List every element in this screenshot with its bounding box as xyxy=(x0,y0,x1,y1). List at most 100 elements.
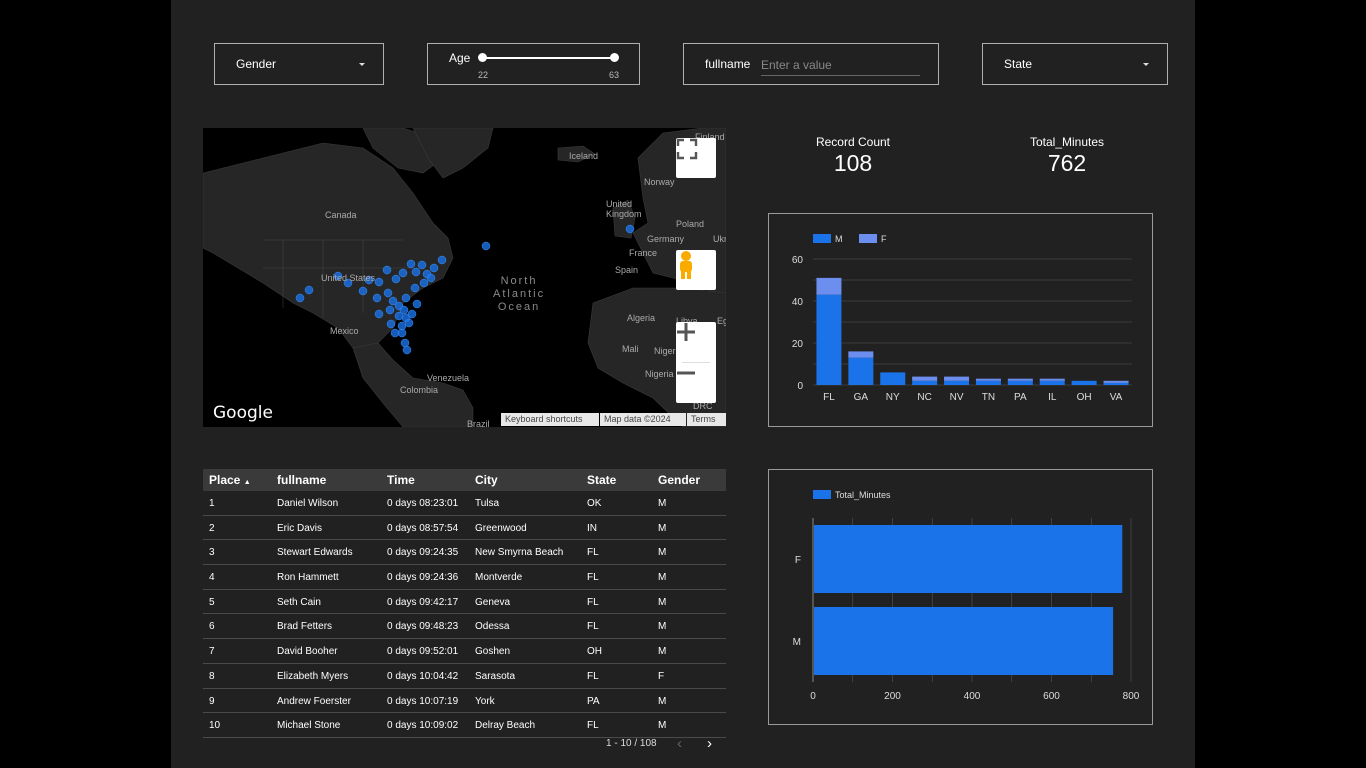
bar-NV-M[interactable] xyxy=(944,380,970,385)
cell-state: FL xyxy=(587,720,599,732)
chevron-down-icon xyxy=(1143,63,1149,66)
col-header-fullname[interactable]: fullname xyxy=(277,473,326,487)
zoom-out-button[interactable] xyxy=(676,363,716,403)
table-row[interactable]: 10 Michael Stone 0 days 10:09:02 Delray Bea… xyxy=(203,713,726,738)
cell-gender: M xyxy=(658,498,667,509)
bar-NC-M[interactable] xyxy=(912,380,938,385)
bar-FL-M[interactable] xyxy=(816,294,842,385)
state-gender-chart: 0 20 40 60 M F FL GA NY NC NV TN PA IL OH VA xyxy=(768,213,1153,427)
street-view-pegman-button[interactable] xyxy=(676,250,716,290)
bar-VA-M[interactable] xyxy=(1103,382,1129,385)
age-slider-filter[interactable]: Age 22 63 xyxy=(427,43,640,85)
x-tick-label: GA xyxy=(854,392,869,403)
cell-fullname: Daniel Wilson xyxy=(277,498,339,509)
results-table: Place ▲ fullname Time City State Gender … xyxy=(203,469,726,738)
legend-label: M xyxy=(835,234,843,244)
cell-gender: M xyxy=(658,720,667,732)
cell-place: 8 xyxy=(209,670,215,682)
table-row[interactable]: 9 Andrew Foerster 0 days 10:07:19 York PA M xyxy=(203,689,726,714)
bar-IL-M[interactable] xyxy=(1039,380,1065,385)
age-slider-track[interactable] xyxy=(482,57,614,59)
bar-M[interactable] xyxy=(814,607,1114,675)
bar-NC-F[interactable] xyxy=(912,376,938,381)
previous-page-icon[interactable]: ‹ xyxy=(677,735,682,752)
col-header-gender[interactable]: Gender xyxy=(658,473,700,487)
table-row[interactable]: 5 Seth Cain 0 days 09:42:17 Geneva FL M xyxy=(203,590,726,615)
x-tick-label: FL xyxy=(823,392,835,403)
bar-GA-F[interactable] xyxy=(848,351,874,358)
table-row[interactable]: 8 Elizabeth Myers 0 days 10:04:42 Sarasota F… xyxy=(203,664,726,689)
cell-fullname: Eric Davis xyxy=(277,522,323,534)
col-header-state[interactable]: State xyxy=(587,473,616,487)
legend-label: F xyxy=(881,234,887,244)
fullname-input[interactable] xyxy=(761,55,920,76)
bar-FL-F[interactable] xyxy=(816,277,842,295)
x-tick-label: TN xyxy=(982,392,995,403)
age-slider-max-handle[interactable] xyxy=(610,53,619,62)
map-label-nigeria: Nigeria xyxy=(645,369,674,379)
fullscreen-button[interactable] xyxy=(676,138,716,178)
map-label-canada: Canada xyxy=(325,210,357,220)
bar-PA-F[interactable] xyxy=(1007,378,1033,381)
table-row[interactable]: 6 Brad Fetters 0 days 09:48:23 Odessa FL M xyxy=(203,614,726,640)
pegman-icon xyxy=(680,251,692,279)
cell-time: 0 days 09:42:17 xyxy=(387,596,459,608)
bar-TN-M[interactable] xyxy=(975,380,1001,385)
bar-GA-M[interactable] xyxy=(848,357,874,385)
next-page-icon[interactable]: › xyxy=(707,735,712,752)
col-header-city[interactable]: City xyxy=(475,473,498,487)
x-tick-label: PA xyxy=(1014,392,1027,403)
x-tick-label: NY xyxy=(886,392,900,403)
zoom-in-button[interactable] xyxy=(676,322,716,362)
cell-state: PA xyxy=(587,695,600,707)
table-row[interactable]: 2 Eric Davis 0 days 08:57:54 Greenwood IN M xyxy=(203,516,726,541)
x-tick-label: NC xyxy=(917,392,931,403)
table-row[interactable]: 1 Daniel Wilson 0 days 08:23:01 Tulsa OK M xyxy=(203,491,726,516)
col-header-place[interactable]: Place ▲ xyxy=(209,473,251,487)
pagination-label: 1 - 10 / 108 xyxy=(606,738,657,749)
state-filter[interactable]: State xyxy=(982,43,1168,85)
cell-city: Tulsa xyxy=(475,498,500,509)
cell-gender: M xyxy=(658,572,667,584)
x-tick-label: VA xyxy=(1110,392,1123,403)
kpi-total-minutes: Total_Minutes 762 xyxy=(987,135,1147,177)
bar-VA-F[interactable] xyxy=(1103,380,1129,383)
gender-minutes-chart: 0 200 400 600 800 Total_Minutes F M xyxy=(768,469,1153,725)
cell-city: Montverde xyxy=(475,572,523,584)
y-tick-label: M xyxy=(793,637,801,648)
bar-IL-F[interactable] xyxy=(1039,378,1065,381)
cell-city: Delray Beach xyxy=(475,720,536,732)
col-header-time[interactable]: Time xyxy=(387,473,415,487)
keyboard-shortcuts-link[interactable]: Keyboard shortcuts xyxy=(501,413,599,426)
cell-state: FL xyxy=(587,572,599,584)
google-logo: Google xyxy=(213,403,273,423)
bar-TN-F[interactable] xyxy=(975,378,1001,381)
map-label-spain: Spain xyxy=(615,265,639,275)
cell-city: York xyxy=(475,695,495,707)
report-canvas: Gender Age 22 63 fullname State xyxy=(171,0,1195,768)
age-slider-min-handle[interactable] xyxy=(478,53,487,62)
table-row[interactable]: 4 Ron Hammett 0 days 09:24:36 Montverde FL M xyxy=(203,565,726,590)
cell-fullname: Stewart Edwards xyxy=(277,547,353,559)
age-min-value: 22 xyxy=(478,70,489,80)
bar-PA-M[interactable] xyxy=(1007,380,1033,385)
map-label-uk: United Kingdom xyxy=(606,199,642,219)
bar-NY-M[interactable] xyxy=(880,372,906,385)
cell-time: 0 days 08:57:54 xyxy=(387,522,459,534)
bar-F[interactable] xyxy=(814,525,1123,593)
kpi-record-count: Record Count 108 xyxy=(773,135,933,177)
kpi-value: 108 xyxy=(833,150,873,176)
table-row[interactable]: 3 Stewart Edwards 0 days 09:24:35 New Smyrn… xyxy=(203,540,726,566)
geo-map[interactable]: Iceland Finland Norway United Kingdom Po… xyxy=(203,128,726,427)
kpi-label: Record Count xyxy=(815,135,891,149)
map-label-egypt: Egypt xyxy=(717,316,726,326)
terms-link[interactable]: Terms xyxy=(687,413,726,426)
gender-filter[interactable]: Gender xyxy=(214,43,384,85)
cell-place: 7 xyxy=(209,646,215,658)
table-row[interactable]: 7 David Booher 0 days 09:52:01 Goshen OH M xyxy=(203,639,726,664)
map-label-mali: Mali xyxy=(622,344,639,354)
bar-OH-M[interactable] xyxy=(1071,380,1097,385)
cell-gender: F xyxy=(658,670,665,682)
cell-gender: M xyxy=(658,547,667,559)
bar-NV-F[interactable] xyxy=(944,376,970,381)
